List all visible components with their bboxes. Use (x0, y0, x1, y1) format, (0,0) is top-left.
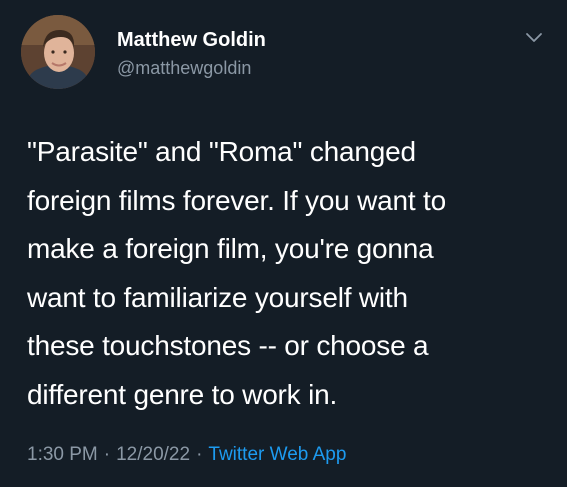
tweet-text-line: different genre to work in. (27, 378, 338, 410)
tweet-time[interactable]: 1:30 PM (27, 444, 98, 465)
user-photo (21, 15, 95, 89)
chevron-down-icon[interactable] (523, 27, 545, 49)
avatar[interactable] (21, 15, 95, 89)
tweet-text: "Parasite" and "Roma" changed foreign fi… (27, 128, 547, 419)
meta-separator: · (103, 444, 111, 465)
tweet-text-line: "Parasite" and "Roma" changed (27, 136, 416, 167)
tweet-date[interactable]: 12/20/22 (116, 444, 190, 465)
tweet-source-link[interactable]: Twitter Web App (208, 444, 346, 465)
tweet-text-line: these touchstones -- or choose a (27, 330, 429, 361)
tweet-meta: 1:30 PM · 12/20/22 · Twitter Web App (27, 444, 346, 466)
meta-separator: · (196, 444, 203, 465)
tweet-card: Matthew Goldin @matthewgoldin "Parasite"… (0, 0, 567, 487)
tweet-text-line: foreign films forever. If you want to (27, 184, 447, 216)
display-name[interactable]: Matthew Goldin (117, 29, 266, 52)
tweet-text-line: want to familiarize yourself with (27, 281, 408, 313)
tweet-text-line: make a foreign film, you're gonna (27, 233, 434, 264)
handle[interactable]: @matthewgoldin (117, 58, 251, 79)
